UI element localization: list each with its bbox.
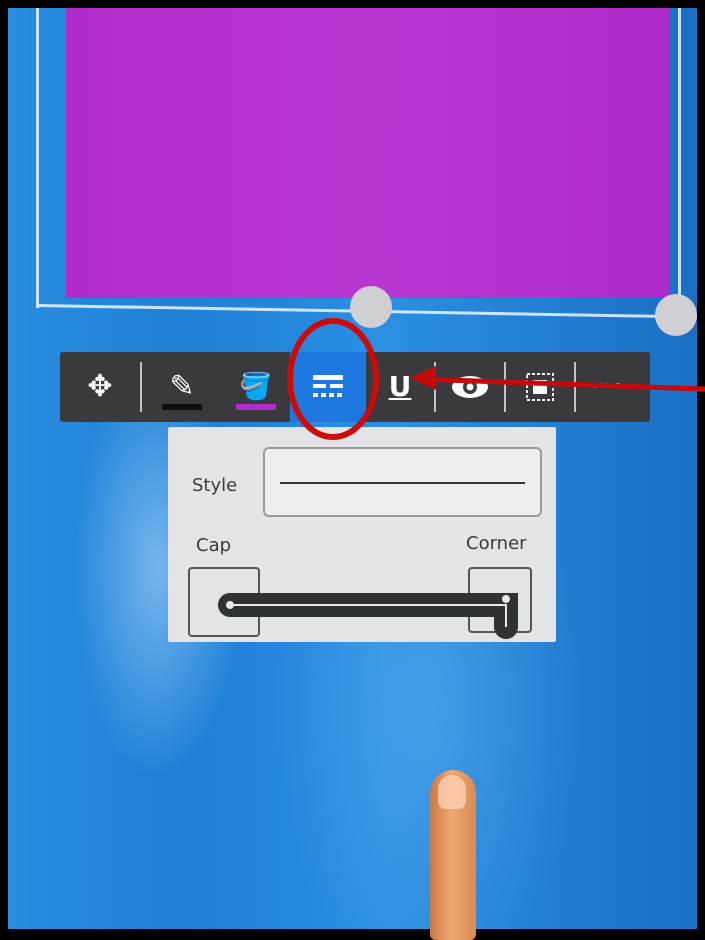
corner-label: Corner [466,533,527,554]
finger-nail [438,775,466,809]
cap-label: Cap [196,535,232,556]
pen-color-swatch [162,404,202,410]
move-arrows-icon: ✥ [87,369,113,404]
visibility-button[interactable] [436,352,504,422]
pen-color-button[interactable]: ✎ [142,352,222,422]
underline-icon: U [388,370,412,403]
selection-border-left [36,8,39,308]
annotation-arrow-head [410,366,436,390]
line-style-panel: Style Cap Corner [168,427,556,642]
style-label: Style [192,475,238,496]
corner-style-button[interactable] [468,567,532,633]
fill-color-button[interactable]: 🪣 [222,352,290,422]
resize-handle-corner[interactable] [655,294,697,336]
move-button[interactable]: ✥ [60,352,140,422]
solid-line-preview [280,482,525,484]
selection-border-right [678,8,681,318]
frame-button[interactable] [506,352,574,422]
selected-shape[interactable] [66,8,670,298]
pencil-icon: ✎ [169,369,195,404]
annotation-circle [287,318,379,440]
fill-color-swatch [236,404,276,410]
line-style-selector[interactable] [263,447,542,517]
paint-bucket-icon: 🪣 [239,372,273,402]
resize-handle-bottom[interactable] [350,286,392,328]
cap-style-button[interactable] [188,567,260,637]
frame-icon [526,373,554,401]
